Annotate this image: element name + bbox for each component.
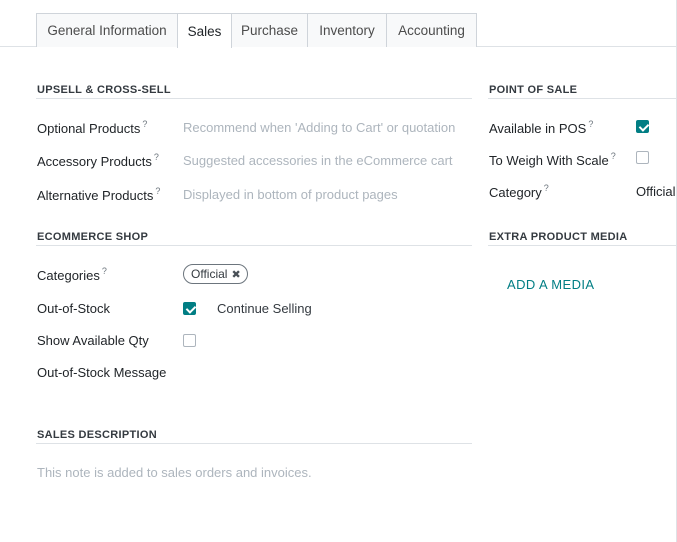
notebook-tabs: General Information Sales Purchase Inven…	[0, 0, 677, 48]
pos-section-title: POINT OF SALE	[489, 84, 578, 96]
accessory-products-field[interactable]: Suggested accessories in the eCommerce c…	[183, 153, 453, 168]
pos-category-text: Category	[489, 185, 542, 200]
optional-products-label: Optional Products?	[37, 119, 147, 136]
categories-label: Categories?	[37, 266, 107, 283]
available-in-pos-text: Available in POS	[489, 121, 587, 136]
to-weigh-with-scale-text: To Weigh With Scale	[489, 153, 609, 168]
product-form-page: General Information Sales Purchase Inven…	[0, 0, 677, 542]
upsell-section-title: UPSELL & CROSS-SELL	[37, 84, 171, 96]
to-weigh-with-scale-checkbox[interactable]	[636, 151, 649, 164]
help-icon[interactable]: ?	[142, 119, 147, 129]
continue-selling-label: Continue Selling	[217, 301, 312, 316]
tab-general-information[interactable]: General Information	[36, 13, 178, 47]
sales-description-title: SALES DESCRIPTION	[37, 429, 158, 441]
sales-description-field[interactable]: This note is added to sales orders and i…	[37, 465, 312, 480]
ecommerce-section-title: ECOMMERCE SHOP	[37, 231, 149, 243]
tab-sales[interactable]: Sales	[177, 13, 232, 48]
accessory-products-label: Accessory Products?	[37, 152, 159, 169]
pos-category-value[interactable]: Official	[636, 184, 676, 199]
optional-products-field[interactable]: Recommend when 'Adding to Cart' or quota…	[183, 120, 455, 135]
tag-remove-icon[interactable]: ✖	[231, 268, 240, 281]
tab-accounting[interactable]: Accounting	[386, 13, 477, 47]
categories-text: Categories	[37, 268, 100, 283]
pos-category-label: Category?	[489, 183, 549, 200]
out-of-stock-label: Out-of-Stock	[37, 301, 110, 316]
alternative-products-field[interactable]: Displayed in bottom of product pages	[183, 187, 398, 202]
ecommerce-divider	[36, 245, 472, 246]
tab-purchase[interactable]: Purchase	[231, 13, 308, 47]
help-icon[interactable]: ?	[611, 151, 616, 161]
pos-divider	[488, 98, 677, 99]
available-in-pos-checkbox[interactable]	[636, 120, 649, 133]
out-of-stock-message-label: Out-of-Stock Message	[37, 365, 167, 380]
help-icon[interactable]: ?	[588, 119, 593, 129]
accessory-products-text: Accessory Products	[37, 154, 152, 169]
sales-description-divider	[36, 443, 472, 444]
to-weigh-with-scale-label: To Weigh With Scale?	[489, 151, 616, 168]
media-divider	[488, 245, 677, 246]
media-section-title: EXTRA PRODUCT MEDIA	[489, 231, 628, 243]
show-available-qty-checkbox[interactable]	[183, 334, 196, 347]
tab-inventory[interactable]: Inventory	[307, 13, 387, 47]
alternative-products-label: Alternative Products?	[37, 186, 160, 203]
help-icon[interactable]: ?	[154, 152, 159, 162]
alternative-products-text: Alternative Products	[37, 188, 154, 203]
show-available-qty-label: Show Available Qty	[37, 333, 149, 348]
optional-products-text: Optional Products	[37, 121, 141, 136]
help-icon[interactable]: ?	[155, 186, 160, 196]
help-icon[interactable]: ?	[544, 183, 549, 193]
continue-selling-checkbox[interactable]	[183, 302, 196, 315]
category-tag[interactable]: Official ✖	[183, 264, 248, 284]
available-in-pos-label: Available in POS?	[489, 119, 593, 136]
add-media-button[interactable]: ADD A MEDIA	[507, 277, 594, 292]
help-icon[interactable]: ?	[102, 266, 107, 276]
category-tag-label: Official	[191, 267, 228, 281]
upsell-divider	[36, 98, 472, 99]
